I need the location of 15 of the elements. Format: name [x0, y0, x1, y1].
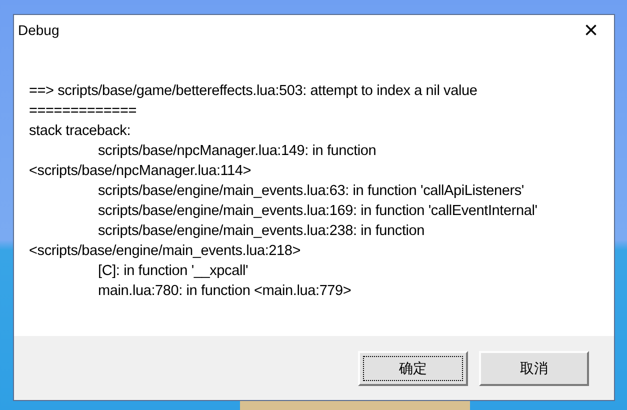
error-text-line: ============= [29, 102, 138, 121]
close-button[interactable]: × [576, 18, 606, 44]
window-title: Debug [18, 21, 60, 40]
error-text-line: [C]: in function '__xpcall' [98, 262, 250, 281]
error-text-line: scripts/base/npcManager.lua:149: in function [98, 142, 378, 161]
error-text-line: scripts/base/engine/main_events.lua:169: in function 'callEventInternal' [98, 202, 538, 221]
dialog-button[interactable]: 取消 [479, 350, 589, 386]
error-text-line: stack traceback: [29, 122, 132, 141]
error-text-line: scripts/base/engine/main_events.lua:63: in function 'callApiListeners' [98, 182, 525, 201]
error-text-line: scripts/base/engine/main_events.lua:238: in function [98, 222, 426, 241]
error-text-line: <scripts/base/engine/main_events.lua:218> [29, 242, 302, 261]
error-text-line: main.lua:780: in function <main.lua:779> [98, 282, 352, 301]
error-text-line: <scripts/base/npcManager.lua:114> [29, 162, 252, 181]
error-text-line: ==> scripts/base/game/bettereffects.lua:503: attempt to index a nil value [29, 82, 478, 101]
dialog-button[interactable]: 确定 [358, 350, 468, 386]
